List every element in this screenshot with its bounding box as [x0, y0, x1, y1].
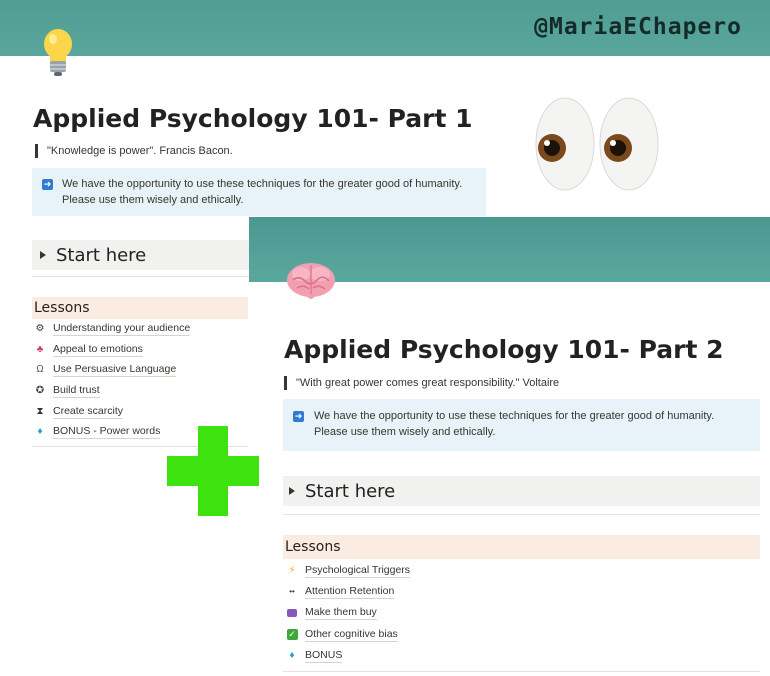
lesson-item[interactable]: Make them buy	[286, 603, 756, 624]
lesson-item[interactable]: ⚙ Understanding your audience	[34, 319, 250, 340]
page2-lessons-list: ⚡ Psychological Triggers •• Attention Re…	[286, 560, 756, 667]
lesson-item[interactable]: ♦ BONUS	[286, 646, 756, 667]
divider	[283, 671, 760, 672]
page1-lessons-list: ⚙ Understanding your audience ♣ Appeal t…	[34, 319, 250, 443]
purse-icon	[286, 607, 298, 619]
puppet-icon: ♣	[36, 343, 44, 355]
lesson-link[interactable]: BONUS	[305, 649, 343, 664]
lesson-item[interactable]: •• Attention Retention	[286, 581, 756, 602]
page1-start-here-label[interactable]: Start here	[56, 245, 146, 266]
lesson-link[interactable]: Create scarcity	[53, 405, 124, 419]
page1-lessons-heading: Lessons	[32, 297, 248, 319]
page2-start-here-toggle[interactable]: Start here	[283, 476, 760, 506]
page1-start-here-toggle[interactable]: Start here	[32, 240, 250, 270]
lesson-link[interactable]: Appeal to emotions	[53, 343, 143, 357]
lesson-item[interactable]: ✪ Build trust	[34, 381, 250, 402]
arrow-right-icon: ➜	[42, 179, 53, 190]
lesson-link[interactable]: Attention Retention	[305, 585, 395, 600]
divider	[32, 276, 250, 277]
page2-quote: "With great power comes great responsibi…	[284, 376, 559, 390]
brain-icon[interactable]	[285, 260, 337, 302]
lesson-link[interactable]: Build trust	[53, 384, 100, 399]
lesson-item[interactable]: ⚡ Psychological Triggers	[286, 560, 756, 581]
page2-start-here-label[interactable]: Start here	[305, 481, 395, 502]
lesson-link[interactable]: Use Persuasive Language	[53, 363, 177, 378]
lesson-item[interactable]: ⧗ Create scarcity	[34, 401, 250, 422]
hourglass-icon: ⧗	[36, 405, 44, 417]
lesson-item[interactable]: ✓ Other cognitive bias	[286, 624, 756, 645]
lesson-link[interactable]: Other cognitive bias	[305, 628, 398, 642]
page1-callout: ➜ We have the opportunity to use these t…	[32, 168, 486, 216]
check-icon: ✓	[286, 629, 298, 641]
page1-title: Applied Psychology 101- Part 1	[33, 104, 473, 133]
eyes-emoji	[535, 97, 659, 191]
lesson-item[interactable]: ♣ Appeal to emotions	[34, 340, 250, 361]
page2-lessons-heading: Lessons	[283, 535, 760, 559]
eyes-icon: ••	[289, 587, 295, 597]
page2-callout-text: We have the opportunity to use these tec…	[314, 410, 715, 438]
green-plus	[167, 426, 259, 516]
lightning-icon: ⚡	[288, 564, 296, 576]
page2-title: Applied Psychology 101- Part 2	[284, 335, 724, 364]
author-handle: @MariaEChapero	[534, 14, 742, 40]
lesson-item[interactable]: Ω Use Persuasive Language	[34, 360, 250, 381]
lesson-link[interactable]: Make them buy	[305, 606, 377, 621]
handshake-icon: ✪	[35, 385, 45, 397]
lesson-link[interactable]: BONUS - Power words	[53, 425, 161, 440]
horseshoe-icon: Ω	[36, 364, 44, 376]
lesson-link[interactable]: Psychological Triggers	[305, 564, 411, 578]
gem-icon: ♦	[37, 426, 43, 438]
divider	[283, 514, 760, 515]
brain-gear-icon: ⚙	[35, 323, 45, 335]
arrow-right-icon: ➜	[293, 411, 304, 422]
gem-icon: ♦	[289, 650, 295, 662]
page1-quote: "Knowledge is power". Francis Bacon.	[35, 144, 233, 158]
page1-callout-text: We have the opportunity to use these tec…	[62, 178, 463, 206]
lesson-link[interactable]: Understanding your audience	[53, 322, 191, 337]
page2-callout: ➜ We have the opportunity to use these t…	[283, 399, 760, 451]
lightbulb-icon[interactable]	[38, 26, 78, 78]
toggle-triangle-icon[interactable]	[289, 487, 295, 495]
toggle-triangle-icon[interactable]	[40, 251, 46, 259]
